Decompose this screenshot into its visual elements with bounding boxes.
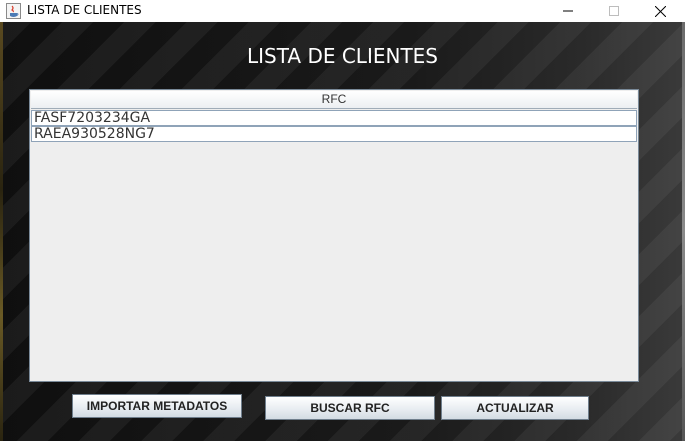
search-rfc-button[interactable]: BUSCAR RFC: [265, 396, 435, 420]
table-row[interactable]: RAEA930528NG7: [31, 126, 637, 142]
window-title: LISTA DE CLIENTES: [27, 3, 142, 17]
left-edge: [0, 22, 3, 441]
close-button[interactable]: [637, 0, 683, 22]
minimize-button[interactable]: [545, 0, 591, 22]
page-title: LISTA DE CLIENTES: [247, 44, 438, 68]
import-metadata-button[interactable]: IMPORTAR METADATOS: [72, 394, 242, 418]
clients-table[interactable]: RFC FASF7203234GA RAEA930528NG7: [29, 89, 639, 382]
java-cup-icon: [6, 3, 21, 19]
refresh-button[interactable]: ACTUALIZAR: [441, 396, 589, 420]
maximize-button[interactable]: [591, 0, 637, 22]
maximize-icon: [609, 6, 619, 16]
title-bar: LISTA DE CLIENTES: [0, 0, 685, 22]
table-row[interactable]: FASF7203234GA: [31, 110, 637, 126]
close-icon: [654, 5, 666, 17]
minimize-icon: [563, 10, 573, 12]
column-header-rfc[interactable]: RFC: [31, 91, 637, 109]
